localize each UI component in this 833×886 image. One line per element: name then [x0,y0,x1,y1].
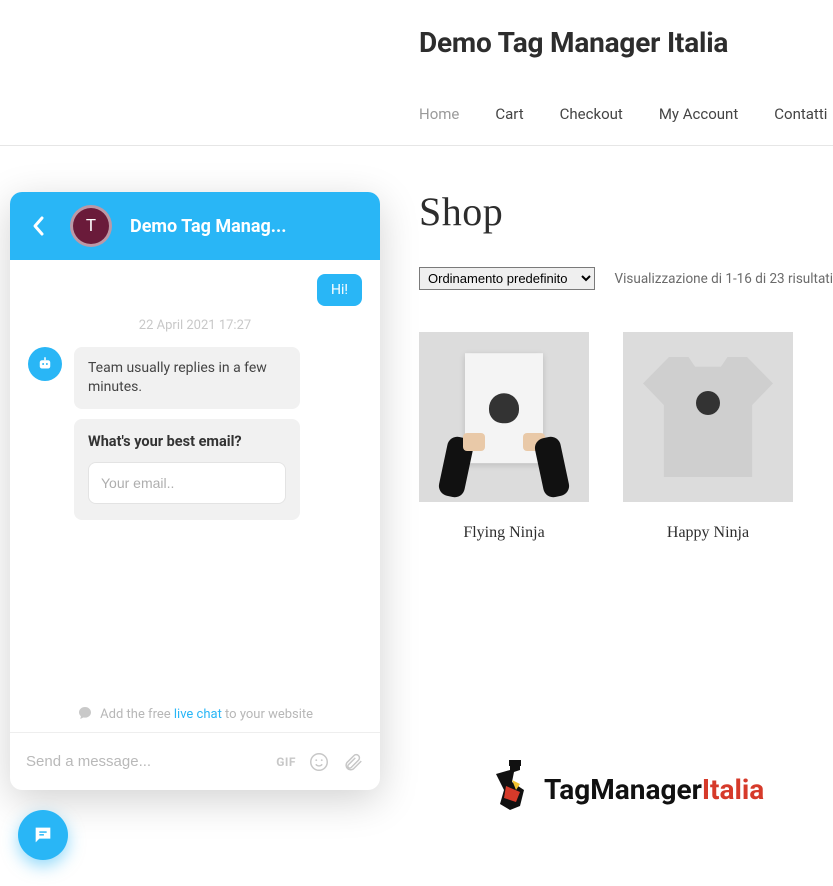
chat-timestamp: 22 April 2021 17:27 [28,318,362,333]
logo-text-1: TagManager [544,773,702,806]
product-title: Happy Ninja [623,524,793,542]
primary-nav: Home Cart Checkout My Account Contatti [0,69,833,146]
product-card[interactable]: Flying Ninja [419,332,589,542]
woodpecker-icon [490,760,536,818]
nav-item-my-account[interactable]: My Account [659,105,738,123]
chat-back-button[interactable] [24,212,52,240]
result-count: Visualizzazione di 1-16 di 23 risultati [615,271,833,287]
page-title: Shop [419,188,833,235]
sort-select[interactable]: Ordinamento predefinito [419,267,595,290]
chat-message-outgoing: Hi! [317,274,362,306]
nav-item-home[interactable]: Home [419,105,459,123]
product-grid: Flying Ninja Happy Ninja [419,332,833,542]
product-title: Flying Ninja [419,524,589,542]
robot-icon [36,355,54,373]
gif-button[interactable]: GIF [276,755,296,769]
email-prompt-card: What's your best email? [74,419,300,520]
email-input[interactable] [89,463,286,503]
smiley-icon [308,751,330,773]
chat-avatar: T [70,205,112,247]
nav-item-contatti[interactable]: Contatti [774,105,827,123]
site-title: Demo Tag Manager Italia [0,0,833,69]
chevron-left-icon [31,215,45,237]
attachment-button[interactable] [342,751,364,773]
chat-input-bar: GIF [10,732,380,790]
product-image [419,332,589,502]
product-card[interactable]: Happy Ninja [623,332,793,542]
chat-launcher-button[interactable] [18,810,68,860]
shop-controls: Ordinamento predefinito Visualizzazione … [419,267,833,290]
chat-widget: T Demo Tag Manag... Hi! 22 April 2021 17… [10,192,380,790]
product-image [623,332,793,502]
promo-suffix: to your website [222,707,313,722]
logo-text-2: Italia [702,773,764,806]
emoji-button[interactable] [308,751,330,773]
paperclip-icon [342,751,364,773]
avatar-letter: T [86,216,96,236]
chat-promo[interactable]: Add the free live chat to your website [10,705,380,722]
chat-bubble-icon [77,705,93,721]
promo-link: live chat [174,707,222,722]
chat-message-incoming: Team usually replies in a few minutes. [74,347,300,409]
email-prompt-title: What's your best email? [88,433,286,450]
chat-title: Demo Tag Manag... [130,216,286,237]
nav-item-checkout[interactable]: Checkout [560,105,623,123]
nav-item-cart[interactable]: Cart [495,105,523,123]
chat-message-input[interactable] [26,753,264,770]
chat-body: Hi! 22 April 2021 17:27 Team usually rep… [10,260,380,732]
chat-header: T Demo Tag Manag... [10,192,380,260]
bot-avatar [28,347,62,381]
chat-icon [32,824,54,846]
footer-logo: TagManagerItalia [490,760,764,818]
promo-prefix: Add the free [100,707,174,722]
